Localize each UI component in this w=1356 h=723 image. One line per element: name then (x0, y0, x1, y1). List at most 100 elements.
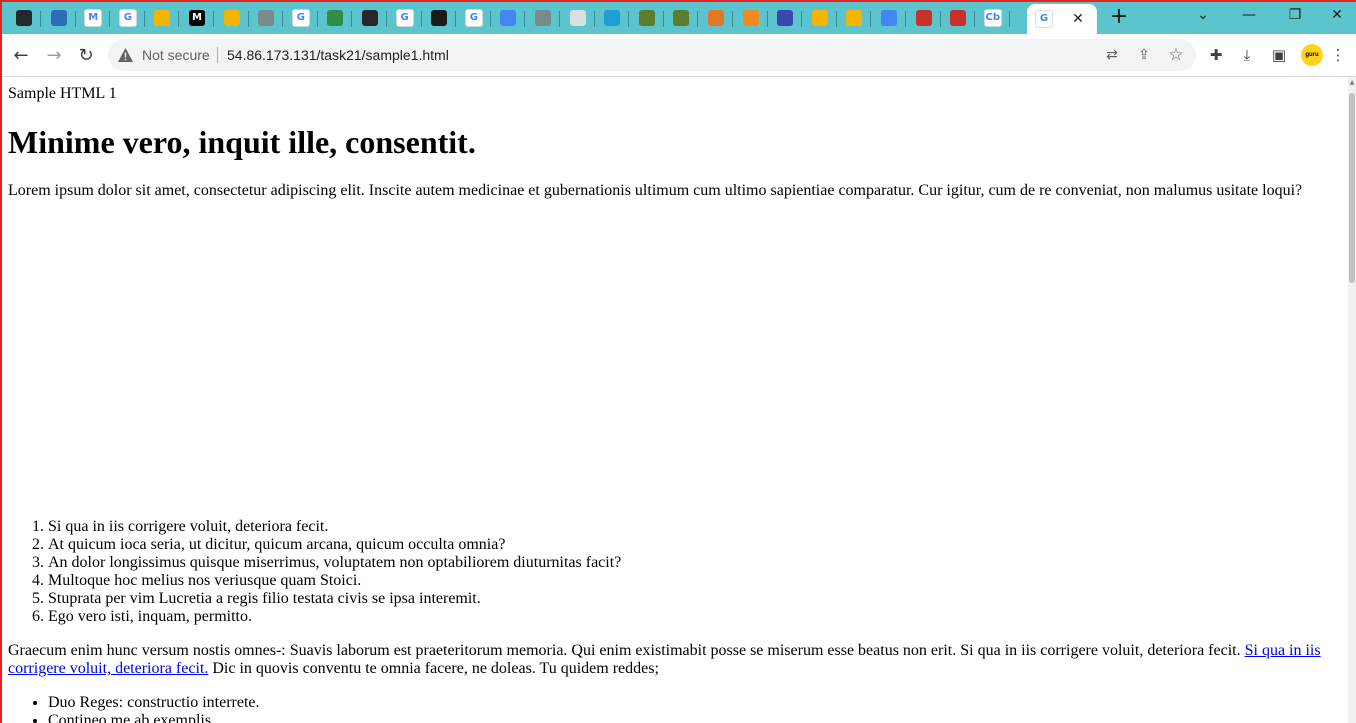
browser-tab[interactable] (872, 4, 906, 32)
browser-tab[interactable] (145, 4, 180, 32)
globe-icon (535, 10, 551, 26)
browser-tab[interactable] (353, 4, 387, 32)
warning-icon (118, 48, 133, 62)
forward-button[interactable]: → (41, 43, 67, 69)
list-item: Ego vero isti, inquam, permitto. (48, 608, 1340, 626)
github-icon (362, 10, 378, 26)
browser-tab[interactable] (699, 4, 733, 32)
google-icon: G (464, 9, 483, 27)
medium-icon: M (189, 10, 205, 26)
google-icon: G (395, 9, 414, 27)
browser-tab[interactable] (42, 4, 76, 32)
vertical-scrollbar[interactable]: ▲ (1348, 77, 1356, 723)
back-button[interactable]: ← (8, 43, 34, 69)
scroll-up-arrow-icon[interactable]: ▲ (1348, 79, 1356, 89)
page-heading: Minime vero, inquit ille, consentit. (8, 124, 476, 160)
active-tab[interactable]: G ✕ (1027, 4, 1097, 34)
browser-tab[interactable]: Cb (976, 4, 1010, 32)
page-content: Sample HTML 1 Minime vero, inquit ille, … (0, 77, 1348, 723)
smiley-icon (950, 10, 967, 26)
minimize-button[interactable]: — (1226, 0, 1272, 30)
slides-icon (846, 10, 863, 26)
browser-tab[interactable] (595, 4, 630, 32)
paragraph-text: Graecum enim hunc versum nostis omnes-: … (8, 642, 1245, 659)
unordered-list: Duo Reges: constructio interrete. Contin… (8, 694, 1340, 723)
browser-tab[interactable] (491, 4, 526, 32)
google-icon: G (1035, 10, 1053, 28)
browser-tab[interactable]: G (284, 4, 318, 32)
browser-tab[interactable] (318, 4, 353, 32)
scrollbar-thumb[interactable] (1349, 93, 1355, 283)
page-label: Sample HTML 1 (8, 85, 117, 102)
box-icon (742, 10, 759, 26)
browser-tab[interactable] (837, 4, 872, 32)
orange-app-icon (708, 10, 724, 26)
browser-tab[interactable]: G (457, 4, 491, 32)
ordered-list: Si qua in iis corrigere voluit, deterior… (8, 518, 1340, 626)
slides-icon (223, 10, 240, 26)
guru-extension-icon[interactable]: guru (1301, 44, 1323, 66)
close-window-button[interactable]: ✕ (1314, 0, 1356, 30)
download-icon[interactable]: ⤓ (1236, 44, 1258, 66)
slides-icon (811, 10, 828, 26)
security-status-label[interactable]: Not secure (142, 47, 210, 63)
side-panel-icon[interactable]: ▣ (1268, 44, 1290, 66)
globe-icon (258, 10, 275, 26)
browser-tab[interactable] (7, 4, 41, 32)
google-icon: G (291, 9, 310, 27)
url-text[interactable]: 54.86.173.131/task21/sample1.html (227, 47, 449, 63)
translate-icon[interactable]: ⇄ (1102, 45, 1122, 65)
browser-tab[interactable] (561, 4, 595, 32)
new-tab-button[interactable]: + (1106, 4, 1132, 30)
hex-icon (431, 10, 448, 26)
extensions-icon[interactable]: ✚ (1205, 44, 1227, 66)
list-item: Duo Reges: constructio interrete. (48, 694, 1340, 712)
tab-strip: M G M G G G Cb G ✕ + ⌄ — ❐ ✕ (0, 0, 1356, 34)
browser-tab[interactable] (422, 4, 457, 32)
browser-tab[interactable] (630, 4, 664, 32)
list-item: An dolor longissimus quisque miserrimus,… (48, 554, 1340, 572)
azure-icon (777, 10, 794, 26)
smiley-icon (915, 10, 932, 26)
blank-space (8, 216, 1340, 518)
browser-tab[interactable] (803, 4, 837, 32)
address-bar[interactable]: Not secure 54.86.173.131/task21/sample1.… (108, 39, 1196, 71)
github-icon (16, 10, 32, 26)
browser-tab[interactable]: G (111, 4, 145, 32)
browser-tab[interactable] (768, 4, 803, 32)
window-frame-left (0, 0, 2, 723)
edge-icon (50, 10, 67, 26)
geeksforgeeks-icon (327, 10, 344, 26)
browser-tab[interactable]: G (388, 4, 422, 32)
intro-paragraph: Lorem ipsum dolor sit amet, consectetur … (8, 182, 1303, 199)
close-tab-icon[interactable]: ✕ (1069, 10, 1087, 28)
list-item: Si qua in iis corrigere voluit, deterior… (48, 518, 1340, 536)
pin-icon (604, 10, 621, 26)
key-icon (673, 10, 690, 26)
google-icon: G (118, 9, 137, 27)
slides-icon (154, 10, 171, 26)
tab-separator (1008, 11, 1010, 27)
browser-tab[interactable] (249, 4, 284, 32)
reload-button[interactable]: ↻ (73, 43, 99, 69)
browser-tab[interactable] (215, 4, 249, 32)
menu-icon[interactable]: ⋮ (1330, 44, 1346, 66)
list-item: Multoque hoc melius nos veriusque quam S… (48, 572, 1340, 590)
tab-search-icon[interactable]: ⌄ (1180, 0, 1226, 30)
restore-button[interactable]: ❐ (1272, 0, 1318, 30)
browser-tab[interactable]: M (76, 4, 111, 32)
browser-tab[interactable] (941, 4, 976, 32)
gmail-icon: M (84, 9, 103, 27)
browser-tab[interactable] (907, 4, 941, 32)
browser-tab[interactable] (734, 4, 768, 32)
browser-toolbar: ← → ↻ Not secure 54.86.173.131/task21/sa… (0, 34, 1356, 77)
browser-tab[interactable] (526, 4, 560, 32)
browser-tab[interactable]: M (180, 4, 214, 32)
window-frame-top (0, 0, 1356, 2)
share-icon[interactable]: ⇪ (1134, 45, 1154, 65)
browser-tab[interactable] (664, 4, 699, 32)
bookmark-star-icon[interactable]: ☆ (1166, 45, 1186, 65)
docs-icon (881, 10, 897, 26)
docs-icon (500, 10, 517, 26)
cb-icon: Cb (983, 9, 1002, 27)
